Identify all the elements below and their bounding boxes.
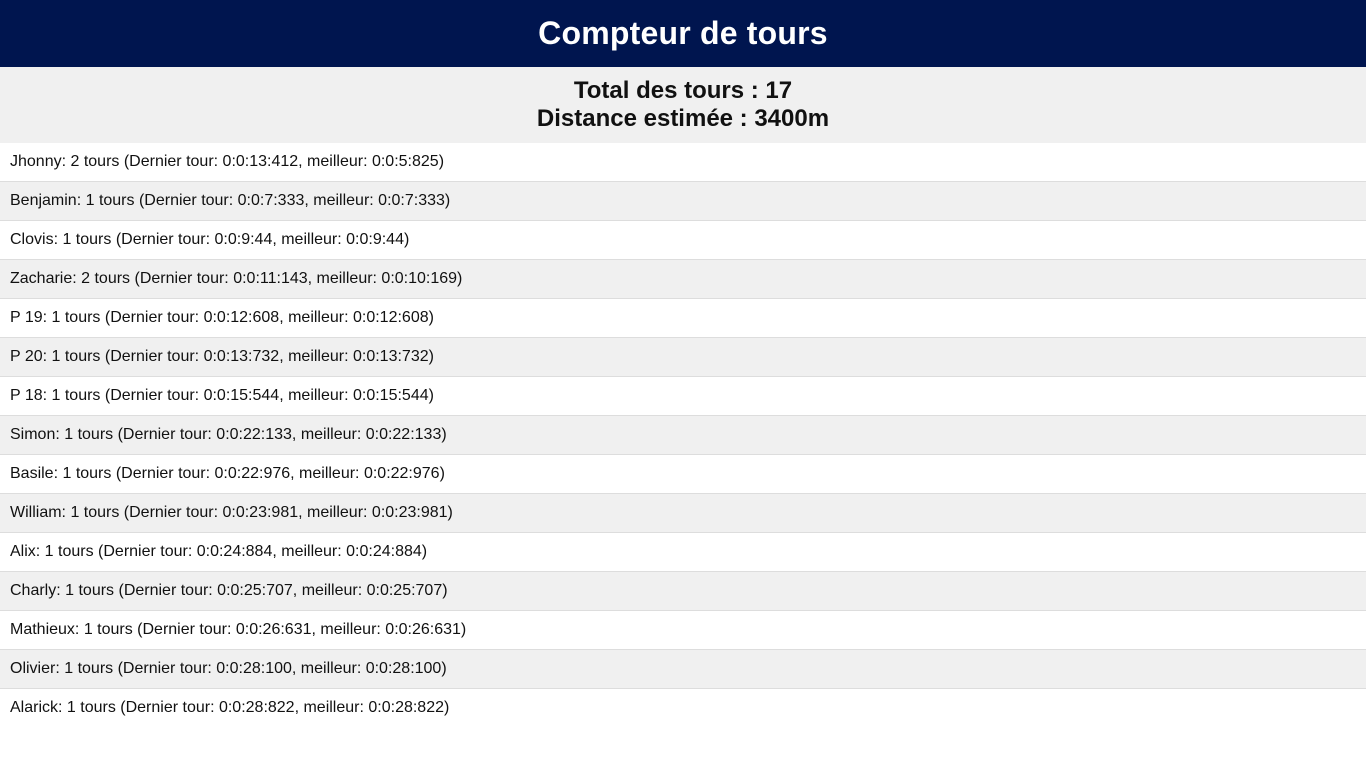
list-item: Mathieux: 1 tours (Dernier tour: 0:0:26:… [0, 611, 1366, 650]
list-item: William: 1 tours (Dernier tour: 0:0:23:9… [0, 494, 1366, 533]
estimated-distance: Distance estimée : 3400m [536, 105, 830, 132]
list-item: P 18: 1 tours (Dernier tour: 0:0:15:544,… [0, 377, 1366, 416]
list-item: P 20: 1 tours (Dernier tour: 0:0:13:732,… [0, 338, 1366, 377]
list-item: Jhonny: 2 tours (Dernier tour: 0:0:13:41… [0, 143, 1366, 182]
list-item: Benjamin: 1 tours (Dernier tour: 0:0:7:3… [0, 182, 1366, 221]
list-item: P 19: 1 tours (Dernier tour: 0:0:12:608,… [0, 299, 1366, 338]
list-item: Alix: 1 tours (Dernier tour: 0:0:24:884,… [0, 533, 1366, 572]
summary-panel: Total des tours : 17 Distance estimée : … [0, 67, 1366, 143]
list-item: Charly: 1 tours (Dernier tour: 0:0:25:70… [0, 572, 1366, 611]
list-item: Basile: 1 tours (Dernier tour: 0:0:22:97… [0, 455, 1366, 494]
page-title: Compteur de tours [538, 15, 828, 51]
total-laps: Total des tours : 17 [573, 77, 793, 104]
list-item: Zacharie: 2 tours (Dernier tour: 0:0:11:… [0, 260, 1366, 299]
runner-list: Jhonny: 2 tours (Dernier tour: 0:0:13:41… [0, 143, 1366, 727]
list-item: Clovis: 1 tours (Dernier tour: 0:0:9:44,… [0, 221, 1366, 260]
list-item: Alarick: 1 tours (Dernier tour: 0:0:28:8… [0, 689, 1366, 727]
list-item: Olivier: 1 tours (Dernier tour: 0:0:28:1… [0, 650, 1366, 689]
app-header: Compteur de tours [0, 0, 1366, 67]
list-item: Simon: 1 tours (Dernier tour: 0:0:22:133… [0, 416, 1366, 455]
